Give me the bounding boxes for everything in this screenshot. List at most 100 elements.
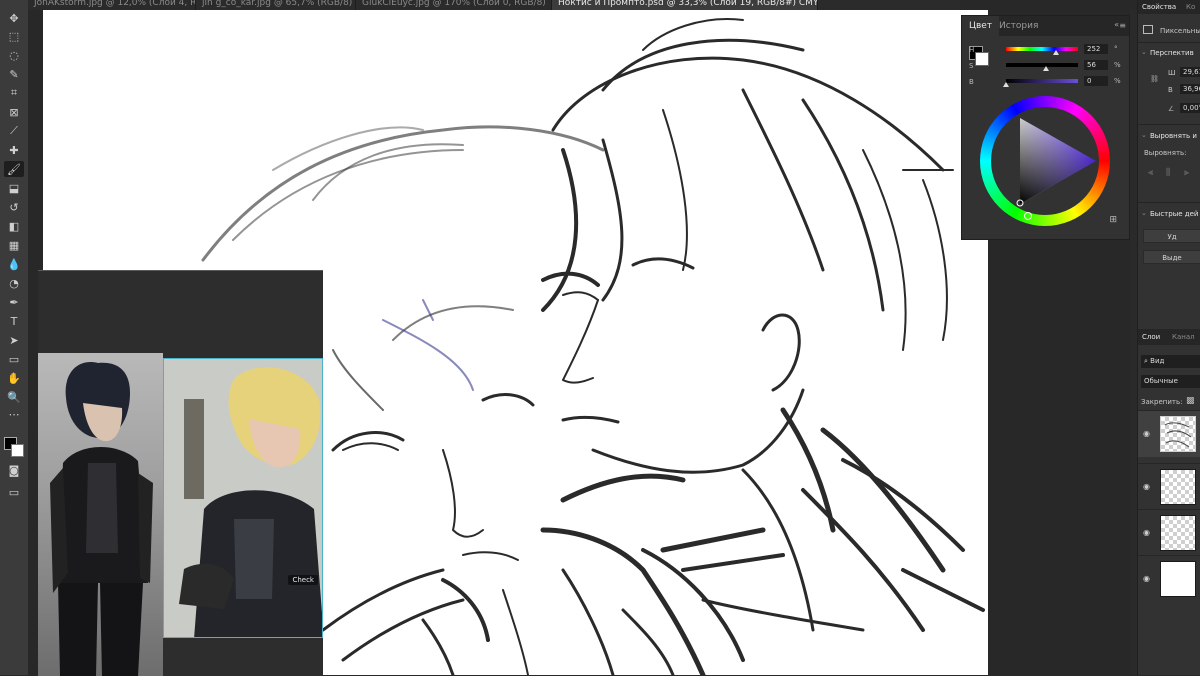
- brightness-value-field[interactable]: 0: [1084, 76, 1108, 86]
- reference-photo-prompto: Check: [163, 358, 323, 638]
- eraser-tool-icon[interactable]: ◧: [4, 218, 24, 234]
- lock-label: Закрепить:: [1141, 398, 1183, 406]
- properties-layers-panel: Свойства Ко Пиксельны ⌄ Перспектив Ш 29,…: [1137, 0, 1200, 675]
- frame-tool-icon[interactable]: ⊠: [4, 104, 24, 120]
- screen-mode-icon[interactable]: ▭: [4, 484, 24, 500]
- layer-row[interactable]: ◉: [1138, 555, 1200, 602]
- height-label: В: [1168, 86, 1173, 94]
- search-icon: ⌕: [1144, 357, 1148, 365]
- color-wheel[interactable]: [980, 96, 1110, 226]
- blur-tool-icon[interactable]: 💧: [4, 256, 24, 272]
- align-header[interactable]: Выровнять и: [1150, 132, 1197, 140]
- tab-document-3[interactable]: GlukClEuyc.jpg @ 170% (Слой 0, RGB/8): [356, 0, 552, 10]
- saturation-slider-row: S 56 %: [969, 60, 1128, 73]
- hue-slider-thumb[interactable]: [1053, 50, 1060, 55]
- layer-row[interactable]: ◉: [1138, 509, 1200, 556]
- perspective-header[interactable]: Перспектив: [1150, 49, 1194, 57]
- zoom-tool-icon[interactable]: 🔍: [4, 389, 24, 405]
- layer-thumbnail: [1160, 469, 1196, 505]
- tab-other[interactable]: Ко: [1186, 3, 1195, 11]
- layer-thumbnail: [1160, 515, 1196, 551]
- background-color-swatch[interactable]: [11, 444, 24, 457]
- workspace-dark-area: [988, 240, 1130, 675]
- hand-tool-icon[interactable]: ✋: [4, 370, 24, 386]
- align-label: Выровнять:: [1144, 149, 1187, 157]
- blend-mode-select[interactable]: Обычные: [1141, 375, 1200, 388]
- crop-tool-icon[interactable]: ⌗: [4, 85, 24, 101]
- hue-label: H: [969, 46, 975, 54]
- select-subject-button[interactable]: Выде: [1143, 250, 1200, 264]
- saturation-slider[interactable]: [1006, 63, 1078, 67]
- path-select-tool-icon[interactable]: ➤: [4, 332, 24, 348]
- quick-actions-collapse-icon[interactable]: ⌄: [1141, 209, 1147, 217]
- align-center-icon[interactable]: ⫼: [1166, 168, 1170, 178]
- type-tool-icon[interactable]: T: [4, 313, 24, 329]
- pixel-layer-icon: [1143, 25, 1153, 34]
- brightness-slider-row: B 0 %: [969, 76, 1128, 89]
- brightness-slider[interactable]: [1006, 79, 1078, 83]
- align-right-icon[interactable]: ⫸: [1184, 168, 1189, 178]
- more-tools-icon[interactable]: ⋯: [4, 406, 24, 422]
- quick-actions-header[interactable]: Быстрые дей: [1150, 210, 1198, 218]
- document-tabs: JonAKstorm.jpg @ 12,0% (Слой 4, RGB/8) j…: [28, 0, 960, 10]
- reference-image-window[interactable]: Check: [38, 270, 323, 676]
- dodge-tool-icon[interactable]: ◔: [4, 275, 24, 291]
- stamp-tool-icon[interactable]: ⬓: [4, 180, 24, 196]
- align-left-icon[interactable]: ⫷: [1148, 168, 1153, 178]
- tools-panel: ✥ ⬚ ◌ ✎ ⌗ ⊠ ⟋ ✚ 🖌 ⬓ ↺ ◧ ▦ 💧 ◔ ✒ T ➤ ▭ ✋ …: [0, 0, 29, 675]
- align-collapse-icon[interactable]: ⌄: [1141, 131, 1147, 139]
- tab-channels[interactable]: Канал: [1172, 333, 1195, 341]
- layer-thumbnail: [1160, 416, 1196, 452]
- hue-value-field[interactable]: 252: [1084, 44, 1108, 54]
- brightness-slider-thumb[interactable]: [1003, 82, 1009, 87]
- marquee-tool-icon[interactable]: ⬚: [4, 28, 24, 44]
- link-icon[interactable]: ⛓: [1150, 75, 1159, 83]
- tab-document-4[interactable]: Ноктис и Промпто.psd @ 33,3% (Слой 19, R…: [552, 0, 818, 10]
- check-badge: Check: [288, 575, 318, 585]
- lock-transparency-icon[interactable]: ▩: [1186, 396, 1195, 406]
- layer-thumbnail: [1160, 561, 1196, 597]
- brush-tool-icon[interactable]: 🖌: [4, 161, 24, 177]
- saturation-slider-thumb[interactable]: [1043, 66, 1050, 71]
- tab-history[interactable]: История: [992, 16, 1045, 36]
- saturation-value-field[interactable]: 56: [1084, 60, 1108, 70]
- visibility-eye-icon[interactable]: ◉: [1143, 528, 1150, 537]
- brightness-label: B: [969, 78, 974, 86]
- pen-tool-icon[interactable]: ✒: [4, 294, 24, 310]
- tab-properties[interactable]: Свойства: [1142, 3, 1176, 11]
- layer-filter-label: Вид: [1150, 357, 1165, 365]
- color-panel: Цвет История « ≡ H 252 ° S 56 % B 0 % ⊞: [961, 15, 1130, 240]
- move-tool-icon[interactable]: ✥: [4, 10, 24, 26]
- quick-mask-icon[interactable]: ◙: [4, 462, 24, 478]
- panel-menu-icon[interactable]: ≡: [1119, 21, 1126, 30]
- pixel-layer-label: Пиксельны: [1160, 27, 1200, 35]
- layer-row[interactable]: ◉: [1138, 410, 1200, 457]
- width-field[interactable]: 29,61: [1180, 67, 1200, 77]
- lasso-tool-icon[interactable]: ◌: [4, 47, 24, 63]
- gradient-tool-icon[interactable]: ▦: [4, 237, 24, 253]
- brightness-unit: %: [1114, 77, 1121, 85]
- tab-layers[interactable]: Слои: [1142, 333, 1160, 341]
- angle-field[interactable]: 0,00°: [1180, 103, 1200, 113]
- visibility-eye-icon[interactable]: ◉: [1143, 574, 1150, 583]
- shape-tool-icon[interactable]: ▭: [4, 351, 24, 367]
- visibility-eye-icon[interactable]: ◉: [1143, 429, 1150, 438]
- collapse-icon[interactable]: «: [1114, 20, 1119, 29]
- quick-select-tool-icon[interactable]: ✎: [4, 66, 24, 82]
- color-triangle[interactable]: [980, 96, 1110, 226]
- angle-icon: ∠: [1168, 105, 1175, 113]
- remove-background-button[interactable]: Уд: [1143, 229, 1200, 243]
- visibility-eye-icon[interactable]: ◉: [1143, 482, 1150, 491]
- eyedropper-tool-icon[interactable]: ⟋: [4, 123, 24, 139]
- healing-tool-icon[interactable]: ✚: [4, 142, 24, 158]
- hue-slider[interactable]: [1006, 47, 1078, 51]
- panel-scrollbar[interactable]: [1130, 10, 1137, 675]
- perspective-collapse-icon[interactable]: ⌄: [1141, 48, 1147, 56]
- height-field[interactable]: 36,96: [1180, 84, 1200, 94]
- layer-row[interactable]: ◉: [1138, 463, 1200, 510]
- add-swatch-icon[interactable]: ⊞: [1109, 215, 1117, 225]
- history-brush-tool-icon[interactable]: ↺: [4, 199, 24, 215]
- tab-document-1[interactable]: JonAKstorm.jpg @ 12,0% (Слой 4, RGB/8): [28, 0, 196, 10]
- layer-filter-field[interactable]: ⌕ Вид: [1141, 355, 1200, 368]
- tab-document-2[interactable]: jin g_co_kar.jpg @ 65,7% (RGB/8): [196, 0, 356, 10]
